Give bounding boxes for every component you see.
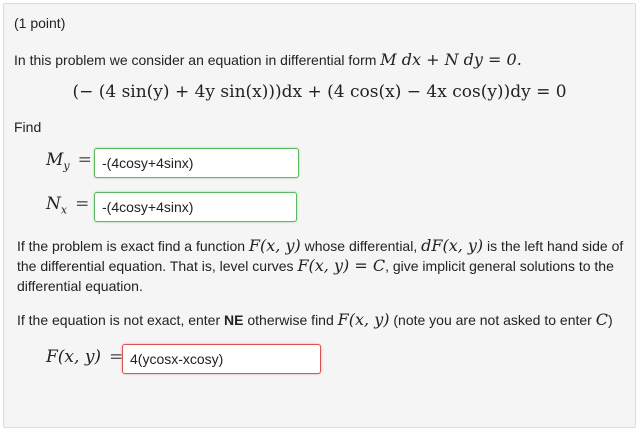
- notexact-text-2: otherwise find: [243, 312, 338, 328]
- exact-math-3: F(x, y) = C: [297, 256, 386, 275]
- f-input[interactable]: 4(ycosx-xcosy): [122, 344, 321, 374]
- f-label: F(x, y) =: [46, 347, 123, 367]
- not-exact-instructions: If the equation is not exact, enter NE o…: [17, 310, 627, 330]
- my-label: My =: [46, 150, 92, 172]
- exact-math-2: dF(x, y): [421, 236, 484, 255]
- exact-math-1: F(x, y): [248, 236, 301, 255]
- exact-text-2: whose differential,: [300, 238, 422, 254]
- intro-equation: M dx + N dy = 0.: [380, 50, 522, 69]
- points-label: (1 point): [14, 15, 66, 31]
- nx-equals: =: [75, 194, 90, 214]
- exact-text-1: If the problem is exact find a function: [17, 238, 249, 254]
- f-label-text: F(x, y): [46, 347, 102, 367]
- intro-text-body: In this problem we consider an equation …: [14, 52, 377, 68]
- find-label: Find: [14, 119, 42, 135]
- exact-instructions: If the problem is exact find a function …: [17, 236, 627, 296]
- nx-label-letter: N: [46, 194, 61, 214]
- my-label-letter: M: [46, 150, 64, 170]
- nx-label: Nx =: [46, 194, 89, 216]
- my-label-sub: y: [63, 159, 70, 173]
- notexact-text-1: If the equation is not exact, enter: [17, 312, 225, 328]
- my-equals: =: [77, 150, 92, 170]
- notexact-math-2: C: [595, 310, 608, 329]
- notexact-math-1: F(x, y): [337, 310, 390, 329]
- differential-equation: (− (4 sin(y) + 4y sin(x)))dx + (4 cos(x)…: [72, 82, 567, 102]
- nx-input[interactable]: -(4cosy+4sinx): [94, 192, 297, 222]
- notexact-text-4: ): [607, 312, 613, 328]
- nx-label-sub: x: [60, 203, 68, 217]
- problem-panel: (1 point) In this problem we consider an…: [3, 3, 636, 428]
- ne-keyword: NE: [224, 312, 244, 328]
- notexact-text-3: (note you are not asked to enter: [389, 312, 596, 328]
- intro-text: In this problem we consider an equation …: [14, 50, 522, 70]
- my-input[interactable]: -(4cosy+4sinx): [94, 148, 299, 178]
